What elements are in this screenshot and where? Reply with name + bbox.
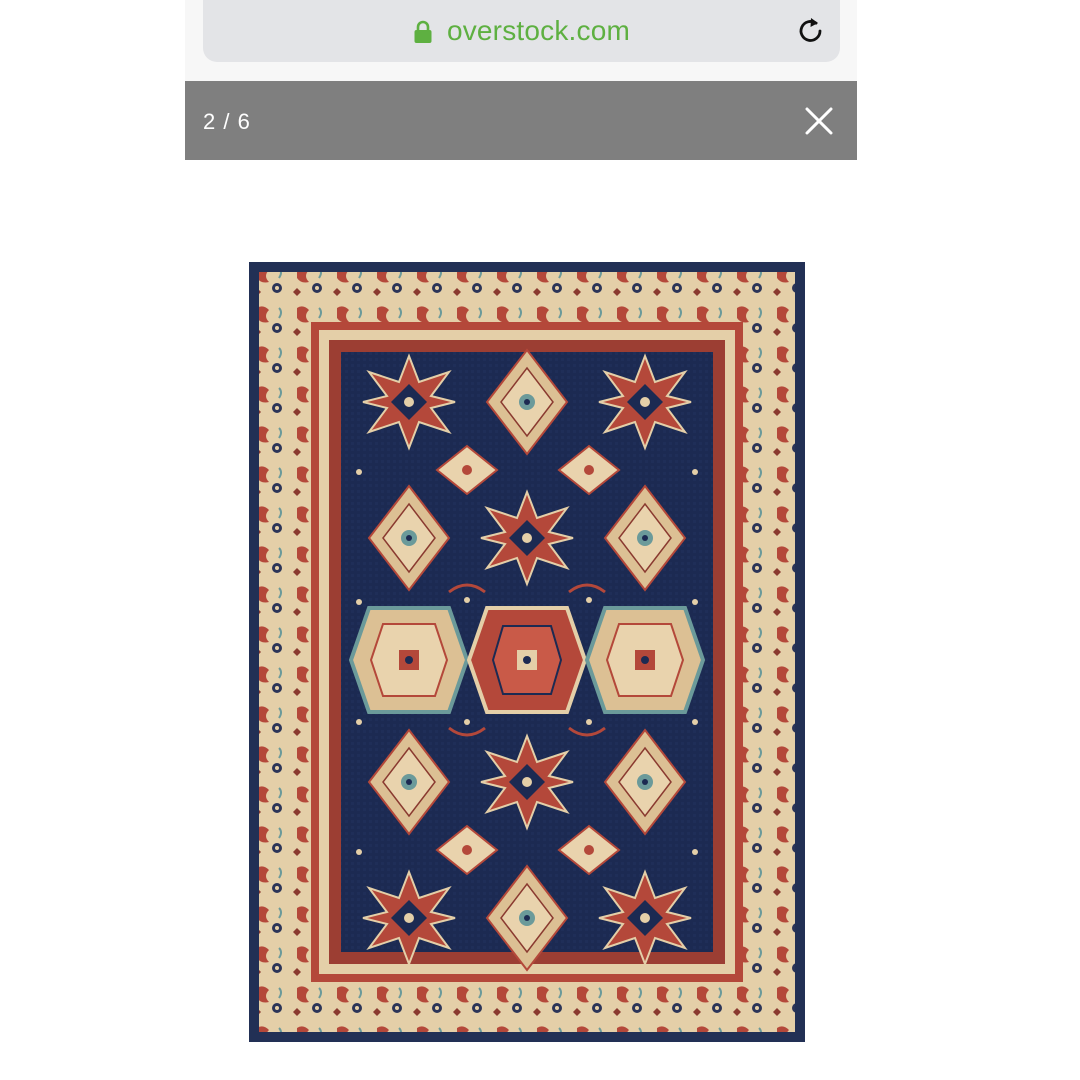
phone-screen: overstock.com 2 / 6: [185, 0, 857, 1080]
image-viewer-toolbar: 2 / 6: [185, 81, 857, 160]
browser-chrome: overstock.com: [185, 0, 857, 81]
url-display[interactable]: overstock.com: [203, 14, 840, 48]
address-bar[interactable]: overstock.com: [203, 0, 840, 62]
close-icon[interactable]: [803, 105, 835, 137]
url-text: overstock.com: [446, 15, 631, 46]
rug-image[interactable]: [249, 262, 805, 1042]
lock-icon: [414, 20, 432, 43]
image-counter: 2 / 6: [203, 109, 251, 134]
reload-icon[interactable]: [794, 14, 828, 48]
